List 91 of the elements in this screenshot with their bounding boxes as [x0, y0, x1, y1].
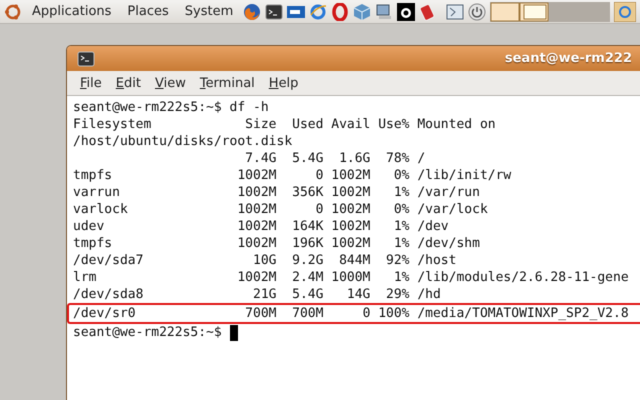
mount-point-text: /dev — [416, 218, 450, 235]
firefox-icon[interactable] — [243, 2, 262, 20]
menu-item[interactable]: View — [148, 74, 193, 92]
filesystem-text: udev — [73, 218, 106, 235]
avail-text: 1000M — [330, 269, 370, 286]
avail-text: 1002M — [330, 218, 370, 235]
avail-text: 1002M — [330, 235, 370, 252]
filesystem-text: varrun — [73, 184, 121, 201]
avail-text: 1002M — [330, 201, 370, 218]
use-percent-text: 78% — [385, 150, 410, 167]
mount-point-text: /lib/modules/2.6.28-11-gene — [416, 269, 630, 286]
command-text: df -h — [230, 99, 269, 116]
use-percent-text: 0% — [392, 167, 410, 184]
menu-item[interactable]: Terminal — [192, 74, 262, 92]
size-text: 1002M — [237, 218, 276, 235]
used-text: 9.2G — [291, 252, 324, 269]
power-icon[interactable] — [468, 2, 486, 20]
computer-icon[interactable] — [375, 2, 394, 20]
used-text: 5.4G — [291, 150, 324, 167]
menu-item[interactable]: File — [73, 74, 109, 92]
browser-window-icon[interactable] — [614, 2, 636, 22]
use-percent-text: 0% — [392, 201, 410, 218]
mount-point-text: /media/TOMATOWINXP_SP2_V2.8 — [416, 305, 630, 322]
size-text: 700M — [244, 305, 276, 322]
ubuntu-logo-icon[interactable] — [4, 2, 22, 20]
opera-icon[interactable] — [331, 2, 350, 20]
workspace-switcher-icon[interactable] — [490, 2, 610, 22]
column-header: Size — [244, 116, 276, 133]
mount-point-text: / — [416, 150, 426, 167]
avail-text: 14G — [346, 286, 370, 303]
avail-text: 1.6G — [338, 150, 370, 167]
use-percent-text: 1% — [392, 218, 410, 235]
used-text: 5.4G — [291, 286, 324, 303]
used-text: 164K — [291, 218, 324, 235]
avail-text: 0 — [362, 305, 370, 322]
avail-text: 1002M — [330, 167, 370, 184]
mount-point-text: /lib/init/rw — [416, 167, 512, 184]
browser-icon[interactable] — [309, 2, 328, 20]
filesystem-text: varlock — [73, 201, 129, 218]
use-percent-text: 1% — [392, 235, 410, 252]
column-header: Mounted on — [416, 116, 497, 133]
use-percent-text: 29% — [385, 286, 410, 303]
used-text: 2.4M — [291, 269, 324, 286]
window-icon[interactable] — [446, 2, 464, 20]
panel-menu[interactable]: System — [178, 4, 240, 19]
size-text: 7.4G — [244, 150, 276, 167]
used-text: 356K — [291, 184, 324, 201]
menu-item[interactable]: Help — [262, 74, 306, 92]
window-title: seant@we-rm222 — [504, 51, 632, 66]
filesystem-text: /host/ubuntu/disks/root.disk — [73, 133, 294, 150]
use-percent-text: 1% — [392, 269, 410, 286]
avail-text: 844M — [338, 252, 370, 269]
menu-item[interactable]: Edit — [108, 74, 148, 92]
size-text: 21G — [252, 286, 276, 303]
used-text: 0 — [314, 167, 324, 184]
shell-prompt: seant@we-rm222s5:~$ — [73, 324, 222, 341]
filesystem-text: /dev/sda8 — [73, 286, 144, 303]
used-text: 196K — [291, 235, 324, 252]
shell-prompt: seant@we-rm222s5:~$ — [73, 99, 222, 116]
filesystem-text: tmpfs — [73, 167, 114, 184]
column-header: Used — [291, 116, 324, 133]
filesystem-text: /dev/sda7 — [73, 252, 144, 269]
filesystem-text: lrm — [73, 269, 98, 286]
filesystem-text: tmpfs — [73, 235, 114, 252]
mount-point-text: /dev/shm — [416, 235, 481, 252]
mount-point-text: /var/run — [416, 184, 481, 201]
size-text: 1002M — [237, 269, 276, 286]
mount-point-text: /host — [416, 252, 458, 269]
cube-icon[interactable] — [353, 2, 372, 20]
size-text: 1002M — [237, 201, 276, 218]
use-percent-text: 1% — [392, 184, 410, 201]
use-percent-text: 92% — [385, 252, 410, 269]
filesystem-text: /dev/sr0 — [73, 305, 137, 322]
size-text: 1002M — [237, 184, 276, 201]
size-text: 1002M — [237, 167, 276, 184]
use-percent-text: 100% — [377, 305, 410, 322]
size-text: 1002M — [237, 235, 276, 252]
cursor — [230, 324, 238, 340]
column-header: Avail — [330, 116, 370, 133]
column-header: Filesystem — [73, 116, 152, 133]
panel-menu[interactable]: Places — [121, 4, 175, 19]
avail-text: 1002M — [330, 184, 370, 201]
terminal-icon[interactable] — [77, 50, 95, 66]
mount-point-text: /hd — [416, 286, 442, 303]
used-text: 700M — [291, 305, 324, 322]
column-header: Use% — [377, 116, 410, 133]
used-text: 0 — [314, 201, 324, 218]
terminal-icon[interactable] — [265, 2, 284, 20]
size-text: 10G — [252, 252, 276, 269]
mount-point-text: /var/lock — [416, 201, 489, 218]
panel-menu[interactable]: Applications — [26, 4, 118, 19]
